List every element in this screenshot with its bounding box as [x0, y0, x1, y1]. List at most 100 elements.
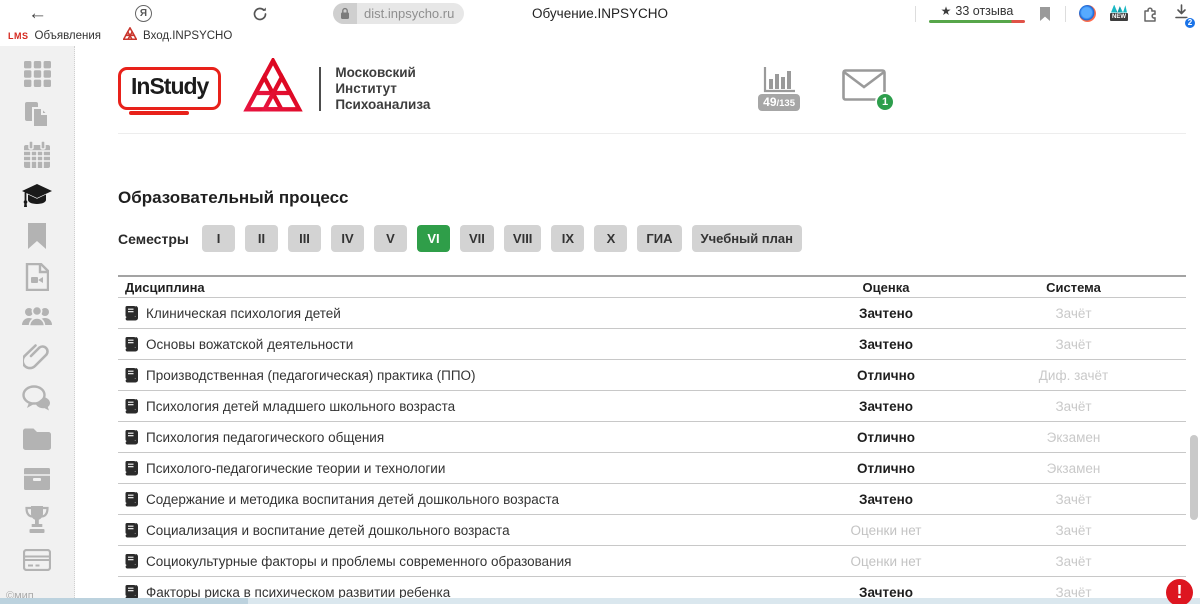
bookmark-icon[interactable]	[21, 221, 53, 251]
bottom-strip	[0, 598, 1200, 604]
chat-icon[interactable]	[21, 383, 53, 413]
grading-system-value: Диф. зачёт	[1039, 368, 1108, 383]
bookmark-announcements[interactable]: LMS Объявления	[8, 30, 101, 42]
semester-button[interactable]: I	[202, 225, 235, 252]
book-icon	[125, 461, 138, 476]
semesters-row: Семестры I II III IV V VI VII VIII	[118, 225, 1186, 252]
grading-system-value: Зачёт	[1055, 523, 1091, 538]
extensions-puzzle-icon[interactable]	[1142, 5, 1160, 22]
extension-new-icon[interactable]: NEW	[1109, 5, 1129, 23]
table-row[interactable]: Психология педагогического общения Отлич…	[118, 422, 1186, 453]
alert-icon[interactable]: !	[1166, 579, 1193, 604]
table-row[interactable]: Основы вожатской деятельности Зачтено За…	[118, 329, 1186, 360]
grades-table: Дисциплина Оценка Система Клиническая пс…	[118, 275, 1186, 604]
book-icon	[125, 430, 138, 445]
grading-system-value: Экзамен	[1047, 430, 1101, 445]
book-icon	[125, 399, 138, 414]
table-row[interactable]: Клиническая психология детей Зачтено Зач…	[118, 298, 1186, 329]
address-url: dist.inpsycho.ru	[357, 3, 464, 24]
folder-icon[interactable]	[21, 424, 53, 454]
extension-circle-icon[interactable]	[1079, 5, 1096, 22]
discipline-name: Содержание и методика воспитания детей д…	[146, 492, 559, 507]
semester-button[interactable]: III	[288, 225, 321, 252]
book-icon	[125, 554, 138, 569]
mail-button[interactable]: 1	[842, 69, 886, 106]
book-icon	[125, 337, 138, 352]
education-graduation-cap-icon[interactable]	[21, 181, 53, 211]
address-bar[interactable]: dist.inpsycho.ru	[333, 3, 464, 24]
grading-system-value: Зачёт	[1055, 554, 1091, 569]
browser-logo-icon[interactable]: Я	[135, 5, 152, 22]
grading-system-value: Зачёт	[1055, 306, 1091, 321]
semester-button[interactable]: VI	[417, 225, 450, 252]
semester-button[interactable]: II	[245, 225, 278, 252]
discipline-name: Основы вожатской деятельности	[146, 337, 353, 352]
table-row[interactable]: Содержание и методика воспитания детей д…	[118, 484, 1186, 515]
bookmarks-bar: LMS Объявления Вход.INPSYCHO	[0, 27, 1200, 46]
back-icon[interactable]: ←	[28, 3, 47, 25]
apps-grid-icon[interactable]	[21, 59, 53, 89]
table-row[interactable]: Психология детей младшего школьного возр…	[118, 391, 1186, 422]
grade-value: Отлично	[857, 430, 915, 445]
mip-triangle-logo-icon	[243, 58, 303, 119]
table-row[interactable]: Социокультурные факторы и проблемы совре…	[118, 546, 1186, 577]
institute-line: Московский	[335, 65, 430, 81]
table-row[interactable]: Социализация и воспитание детей дошкольн…	[118, 515, 1186, 546]
scrollbar-thumb[interactable]	[1190, 435, 1198, 520]
table-header: Дисциплина Оценка Система	[118, 275, 1186, 298]
grade-value: Оценки нет	[851, 554, 922, 569]
toolbar-divider	[915, 6, 916, 22]
downloads-icon[interactable]: 2	[1173, 3, 1190, 25]
semester-button[interactable]: IV	[331, 225, 364, 252]
video-file-icon[interactable]	[21, 262, 53, 292]
bookmark-flag-icon[interactable]	[1038, 6, 1052, 22]
page-title: Образовательный процесс	[118, 188, 1186, 208]
semester-button[interactable]: IX	[551, 225, 584, 252]
reviews-label: 33 отзыва	[955, 4, 1013, 18]
grade-value: Зачтено	[859, 399, 913, 414]
site-reviews-button[interactable]: ★ 33 отзыва	[929, 4, 1025, 23]
discipline-name: Клиническая психология детей	[146, 306, 341, 321]
semester-button[interactable]: Учебный план	[692, 225, 802, 252]
table-row[interactable]: Производственная (педагогическая) практи…	[118, 360, 1186, 391]
institute-line: Институт	[335, 81, 430, 97]
bookmark-inpsycho-login[interactable]: Вход.INPSYCHO	[123, 27, 232, 44]
star-icon: ★	[941, 4, 952, 18]
instudy-logo[interactable]: InStudy	[118, 67, 221, 110]
grading-system-value: Зачёт	[1055, 492, 1091, 507]
grade-value: Отлично	[857, 368, 915, 383]
institute-name: Московский Институт Психоанализа	[335, 65, 430, 113]
card-icon[interactable]	[21, 545, 53, 575]
archive-icon[interactable]	[21, 464, 53, 494]
book-icon	[125, 492, 138, 507]
grade-value: Отлично	[857, 461, 915, 476]
progress-stats-button[interactable]: 49/135	[758, 67, 800, 111]
browser-toolbar: ← Я dist.inpsycho.ru Обучение.INPSYCHO ★…	[0, 0, 1200, 27]
table-body: Клиническая психология детей Зачтено Зач…	[118, 298, 1186, 604]
mail-unread-badge: 1	[875, 92, 895, 112]
book-icon	[125, 306, 138, 321]
downloads-count-badge: 2	[1184, 17, 1196, 29]
semester-button[interactable]: VII	[460, 225, 494, 252]
discipline-name: Психология педагогического общения	[146, 430, 384, 445]
calendar-icon[interactable]	[21, 140, 53, 170]
documents-icon[interactable]	[21, 100, 53, 130]
semester-button[interactable]: V	[374, 225, 407, 252]
table-row[interactable]: Психолого-педагогические теории и технол…	[118, 453, 1186, 484]
grade-value: Зачтено	[859, 337, 913, 352]
column-header-system: Система	[961, 280, 1186, 295]
users-icon[interactable]	[21, 302, 53, 332]
semester-button[interactable]: X	[594, 225, 627, 252]
bookmark-label: Вход.INPSYCHO	[143, 30, 232, 42]
bar-chart-icon	[763, 67, 795, 93]
refresh-icon[interactable]	[252, 6, 268, 22]
extension-new-glyph	[1111, 5, 1127, 13]
paperclip-icon[interactable]	[21, 343, 53, 373]
semester-button[interactable]: VIII	[504, 225, 542, 252]
institute-line: Психоанализа	[335, 97, 430, 113]
new-badge: NEW	[1110, 13, 1128, 21]
trophy-icon[interactable]	[21, 505, 53, 535]
semester-button[interactable]: ГИА	[637, 225, 681, 252]
column-header-discipline: Дисциплина	[118, 280, 811, 295]
scrollbar-track	[1188, 47, 1200, 604]
